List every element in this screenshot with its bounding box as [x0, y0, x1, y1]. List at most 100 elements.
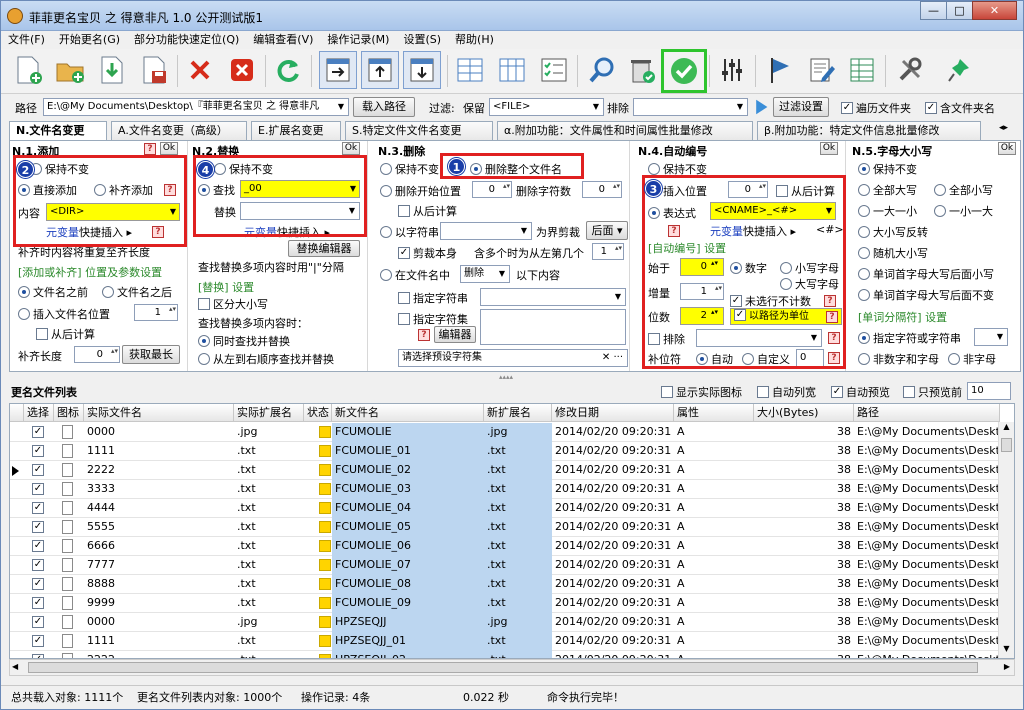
pin-icon[interactable]	[941, 51, 979, 89]
filter-settings-button[interactable]: 过滤设置	[773, 97, 829, 117]
auto-number-ok-button[interactable]: Ok	[820, 142, 838, 155]
table-row[interactable]: ✓ 2222 .txt FCUMOLIE_02 .txt 2014/02/20 09:20…	[10, 461, 1000, 480]
table-row[interactable]: ✓ 8888 .txt FCUMOLIE_08 .txt 2014/02/20 09:20…	[10, 575, 1000, 594]
replace-ok-button[interactable]: Ok	[342, 142, 360, 155]
table-row[interactable]: ✓2222.txtHPZSEQJJ_02.txt2014/02/20 09:20…	[10, 651, 1000, 658]
help-icon[interactable]: ?	[418, 329, 430, 341]
tools-icon[interactable]	[891, 51, 929, 89]
spreadsheet-icon[interactable]	[843, 51, 881, 89]
multi-left-stepper[interactable]: 1	[592, 243, 624, 260]
specify-string-combo[interactable]: ▼	[480, 288, 626, 306]
preview-first-checkbox[interactable]: 只预览前	[903, 384, 962, 400]
traverse-folders-checkbox[interactable]: ✓ 遍历文件夹	[841, 100, 911, 116]
refresh-icon[interactable]	[269, 51, 307, 89]
row-select-checkbox[interactable]: ✓	[32, 445, 47, 458]
insert-pos-radio[interactable]: 插入文件名位置	[18, 306, 110, 322]
column-icon[interactable]: 图标	[54, 404, 84, 422]
apply-check-icon[interactable]	[661, 49, 707, 93]
specify-string-checkbox[interactable]: 指定字符串	[398, 290, 468, 306]
non-letter-radio[interactable]: 非字母	[948, 351, 996, 367]
trash-check-icon[interactable]	[623, 51, 661, 89]
menu-settings[interactable]: 设置(S)	[396, 31, 448, 49]
tab-name-change[interactable]: N.文件名变更	[9, 121, 107, 141]
column-new-name[interactable]: 新文件名	[332, 404, 484, 422]
tab-name-change-advanced[interactable]: A.文件名变更（高级）	[111, 121, 247, 140]
delete-start-radio[interactable]: 删除开始位置	[380, 183, 461, 199]
insert-pos-stepper[interactable]: 1	[134, 304, 178, 321]
all-upper-radio[interactable]: 全部大写	[858, 182, 917, 198]
play-icon[interactable]	[756, 99, 768, 115]
one-upper-one-lower-radio[interactable]: 一大一小	[858, 203, 917, 219]
row-select-checkbox[interactable]: ✓	[32, 597, 47, 610]
auto-width-checkbox[interactable]: 自动列宽	[757, 384, 816, 400]
edit-doc-icon[interactable]	[803, 51, 841, 89]
show-icon-checkbox[interactable]: 显示实际图标	[661, 384, 742, 400]
split-left-icon[interactable]	[451, 51, 489, 89]
exclude-filter-combo[interactable]: ▼	[633, 98, 748, 116]
before-name-radio[interactable]: 文件名之前	[18, 284, 88, 300]
after-name-radio[interactable]: 文件名之后	[102, 284, 172, 300]
chevron-down-icon[interactable]: ▼	[334, 99, 348, 115]
move-right-icon[interactable]	[319, 51, 357, 89]
char-set-editor-button[interactable]: 编辑器	[434, 326, 476, 343]
row-select-checkbox[interactable]: ✓	[32, 483, 47, 496]
by-string-combo[interactable]: ▼	[440, 222, 532, 240]
column-actual-name[interactable]: 实际文件名	[84, 404, 234, 422]
move-down-icon[interactable]	[403, 51, 441, 89]
left-to-right-radio[interactable]: 从左到右顺序查找并替换	[198, 351, 334, 367]
column-attributes[interactable]: 属性	[674, 404, 754, 422]
specify-set-textarea[interactable]	[480, 309, 626, 345]
import-icon[interactable]	[93, 51, 131, 89]
one-lower-one-upper-radio[interactable]: 一小一大	[934, 203, 993, 219]
table-row[interactable]: ✓ 6666 .txt FCUMOLIE_06 .txt 2014/02/20 09:20…	[10, 537, 1000, 556]
specify-char-radio[interactable]: 指定字符或字符串	[858, 330, 961, 346]
table-row[interactable]: ✓ 1111 .txt FCUMOLIE_01 .txt 2014/02/20 09:20…	[10, 442, 1000, 461]
delete-count-stepper[interactable]: 0	[582, 181, 622, 198]
table-row[interactable]: ✓ 0000 .jpg FCUMOLIE .jpg 2014/02/20 09:20:31…	[10, 423, 1000, 442]
split-grid-icon[interactable]	[493, 51, 531, 89]
panel-splitter[interactable]: ▴▴▴▴	[499, 374, 529, 381]
tab-extension-change[interactable]: E.扩展名变更	[251, 121, 341, 140]
menu-help[interactable]: 帮助(H)	[448, 31, 501, 49]
minimize-button[interactable]: —	[920, 1, 947, 20]
row-select-checkbox[interactable]: ✓	[32, 578, 47, 591]
column-path[interactable]: 路径	[854, 404, 1000, 422]
help-icon[interactable]: ?	[144, 143, 156, 155]
delete-icon[interactable]	[181, 51, 219, 89]
menu-start-rename[interactable]: 开始更名(G)	[52, 31, 127, 49]
table-row[interactable]: ✓ 9999 .txt FCUMOLIE_09 .txt 2014/02/20 09:20…	[10, 594, 1000, 613]
column-modified-date[interactable]: 修改日期	[552, 404, 674, 422]
menu-edit-view[interactable]: 编辑查看(V)	[246, 31, 320, 49]
row-select-checkbox[interactable]: ✓	[32, 521, 47, 534]
preview-search-icon[interactable]	[583, 51, 621, 89]
column-new-ext[interactable]: 新扩展名	[484, 404, 552, 422]
table-row[interactable]: ✓ 3333 .txt FCUMOLIE_03 .txt 2014/02/20 09:20…	[10, 480, 1000, 499]
replace-editor-button[interactable]: 替换编辑器	[288, 240, 360, 257]
toggle-case-radio[interactable]: 大小写反转	[858, 224, 928, 240]
move-up-icon[interactable]	[361, 51, 399, 89]
simultaneous-radio[interactable]: 同时查找并替换	[198, 333, 290, 349]
row-select-checkbox[interactable]: ✓	[32, 502, 47, 515]
menu-quick-locate[interactable]: 部分功能快速定位(Q)	[127, 31, 246, 49]
letter-case-ok-button[interactable]: Ok	[998, 142, 1016, 155]
tab-attribute-time[interactable]: α.附加功能：文件属性和时间属性批量修改	[497, 121, 753, 140]
specify-set-checkbox[interactable]: 指定字符集	[398, 311, 468, 327]
add-ok-button[interactable]: Ok	[160, 142, 178, 155]
word-first-lower-radio[interactable]: 单词首字母大写后面小写	[858, 266, 994, 282]
horizontal-scrollbar[interactable]: ◀ ▶	[9, 659, 1015, 676]
preview-first-count[interactable]: 10	[967, 382, 1011, 400]
open-folder-icon[interactable]	[51, 51, 89, 89]
chevron-down-icon[interactable]: ▼	[733, 99, 747, 115]
non-alnum-radio[interactable]: 非数字和字母	[858, 351, 939, 367]
column-status[interactable]: 状态	[304, 404, 332, 422]
preset-charset-combo[interactable]: 请选择预设字符集 ✕ ···	[398, 349, 628, 367]
table-row[interactable]: ✓ 1111 .txt HPZSEQJJ_01 .txt 2014/02/20 09:20…	[10, 632, 1000, 651]
flag-icon[interactable]	[761, 51, 799, 89]
delete-start-stepper[interactable]: 0	[472, 181, 512, 198]
tab-scroll-arrows[interactable]: ◂▸	[999, 123, 1008, 133]
add-from-end-checkbox[interactable]: 从后计算	[36, 326, 95, 342]
table-row[interactable]: ✓ 7777 .txt FCUMOLIE_07 .txt 2014/02/20 09:20…	[10, 556, 1000, 575]
load-path-button[interactable]: 载入路径	[353, 97, 415, 117]
new-file-icon[interactable]	[9, 51, 47, 89]
delete-from-end-checkbox[interactable]: 从后计算	[398, 203, 457, 219]
